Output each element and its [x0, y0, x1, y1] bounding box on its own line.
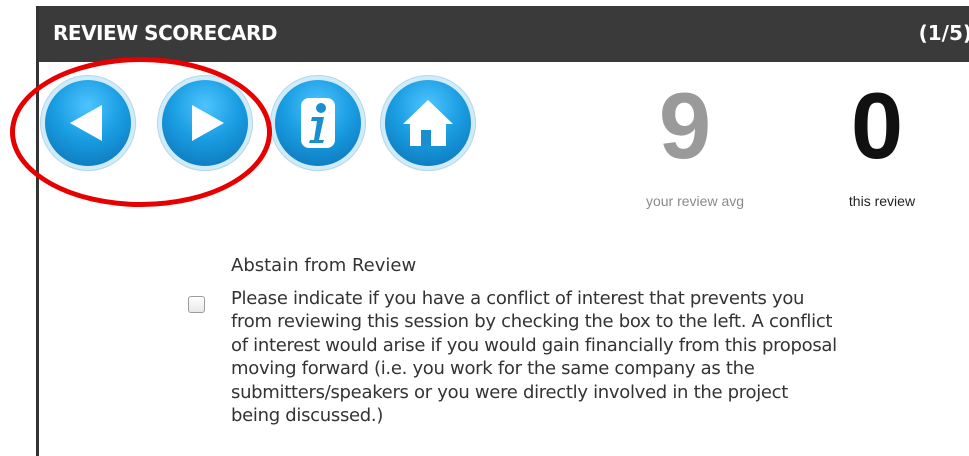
- next-button[interactable]: [162, 80, 248, 166]
- this-review-value: 0: [850, 73, 904, 178]
- scorecard-header: REVIEW SCORECARD (1/5): [39, 6, 969, 62]
- right-arrow-icon: [192, 105, 224, 141]
- home-icon: [403, 100, 453, 146]
- your-review-avg-label: your review avg: [645, 193, 745, 209]
- page: REVIEW SCORECARD (1/5) 9 0 your review a…: [0, 0, 969, 456]
- home-button[interactable]: [385, 80, 471, 166]
- abstain-description: Please indicate if you have a conflict o…: [231, 288, 837, 427]
- abstain-checkbox[interactable]: [188, 296, 205, 313]
- your-review-avg-value: 9: [658, 73, 712, 178]
- info-icon: [301, 98, 335, 148]
- previous-button[interactable]: [45, 80, 131, 166]
- left-arrow-icon: [70, 105, 102, 141]
- review-counter: (1/5): [918, 21, 969, 45]
- this-review-label: this review: [848, 193, 916, 209]
- scorecard-title: REVIEW SCORECARD: [53, 21, 277, 45]
- info-button[interactable]: [275, 80, 361, 166]
- abstain-title: Abstain from Review: [231, 255, 417, 276]
